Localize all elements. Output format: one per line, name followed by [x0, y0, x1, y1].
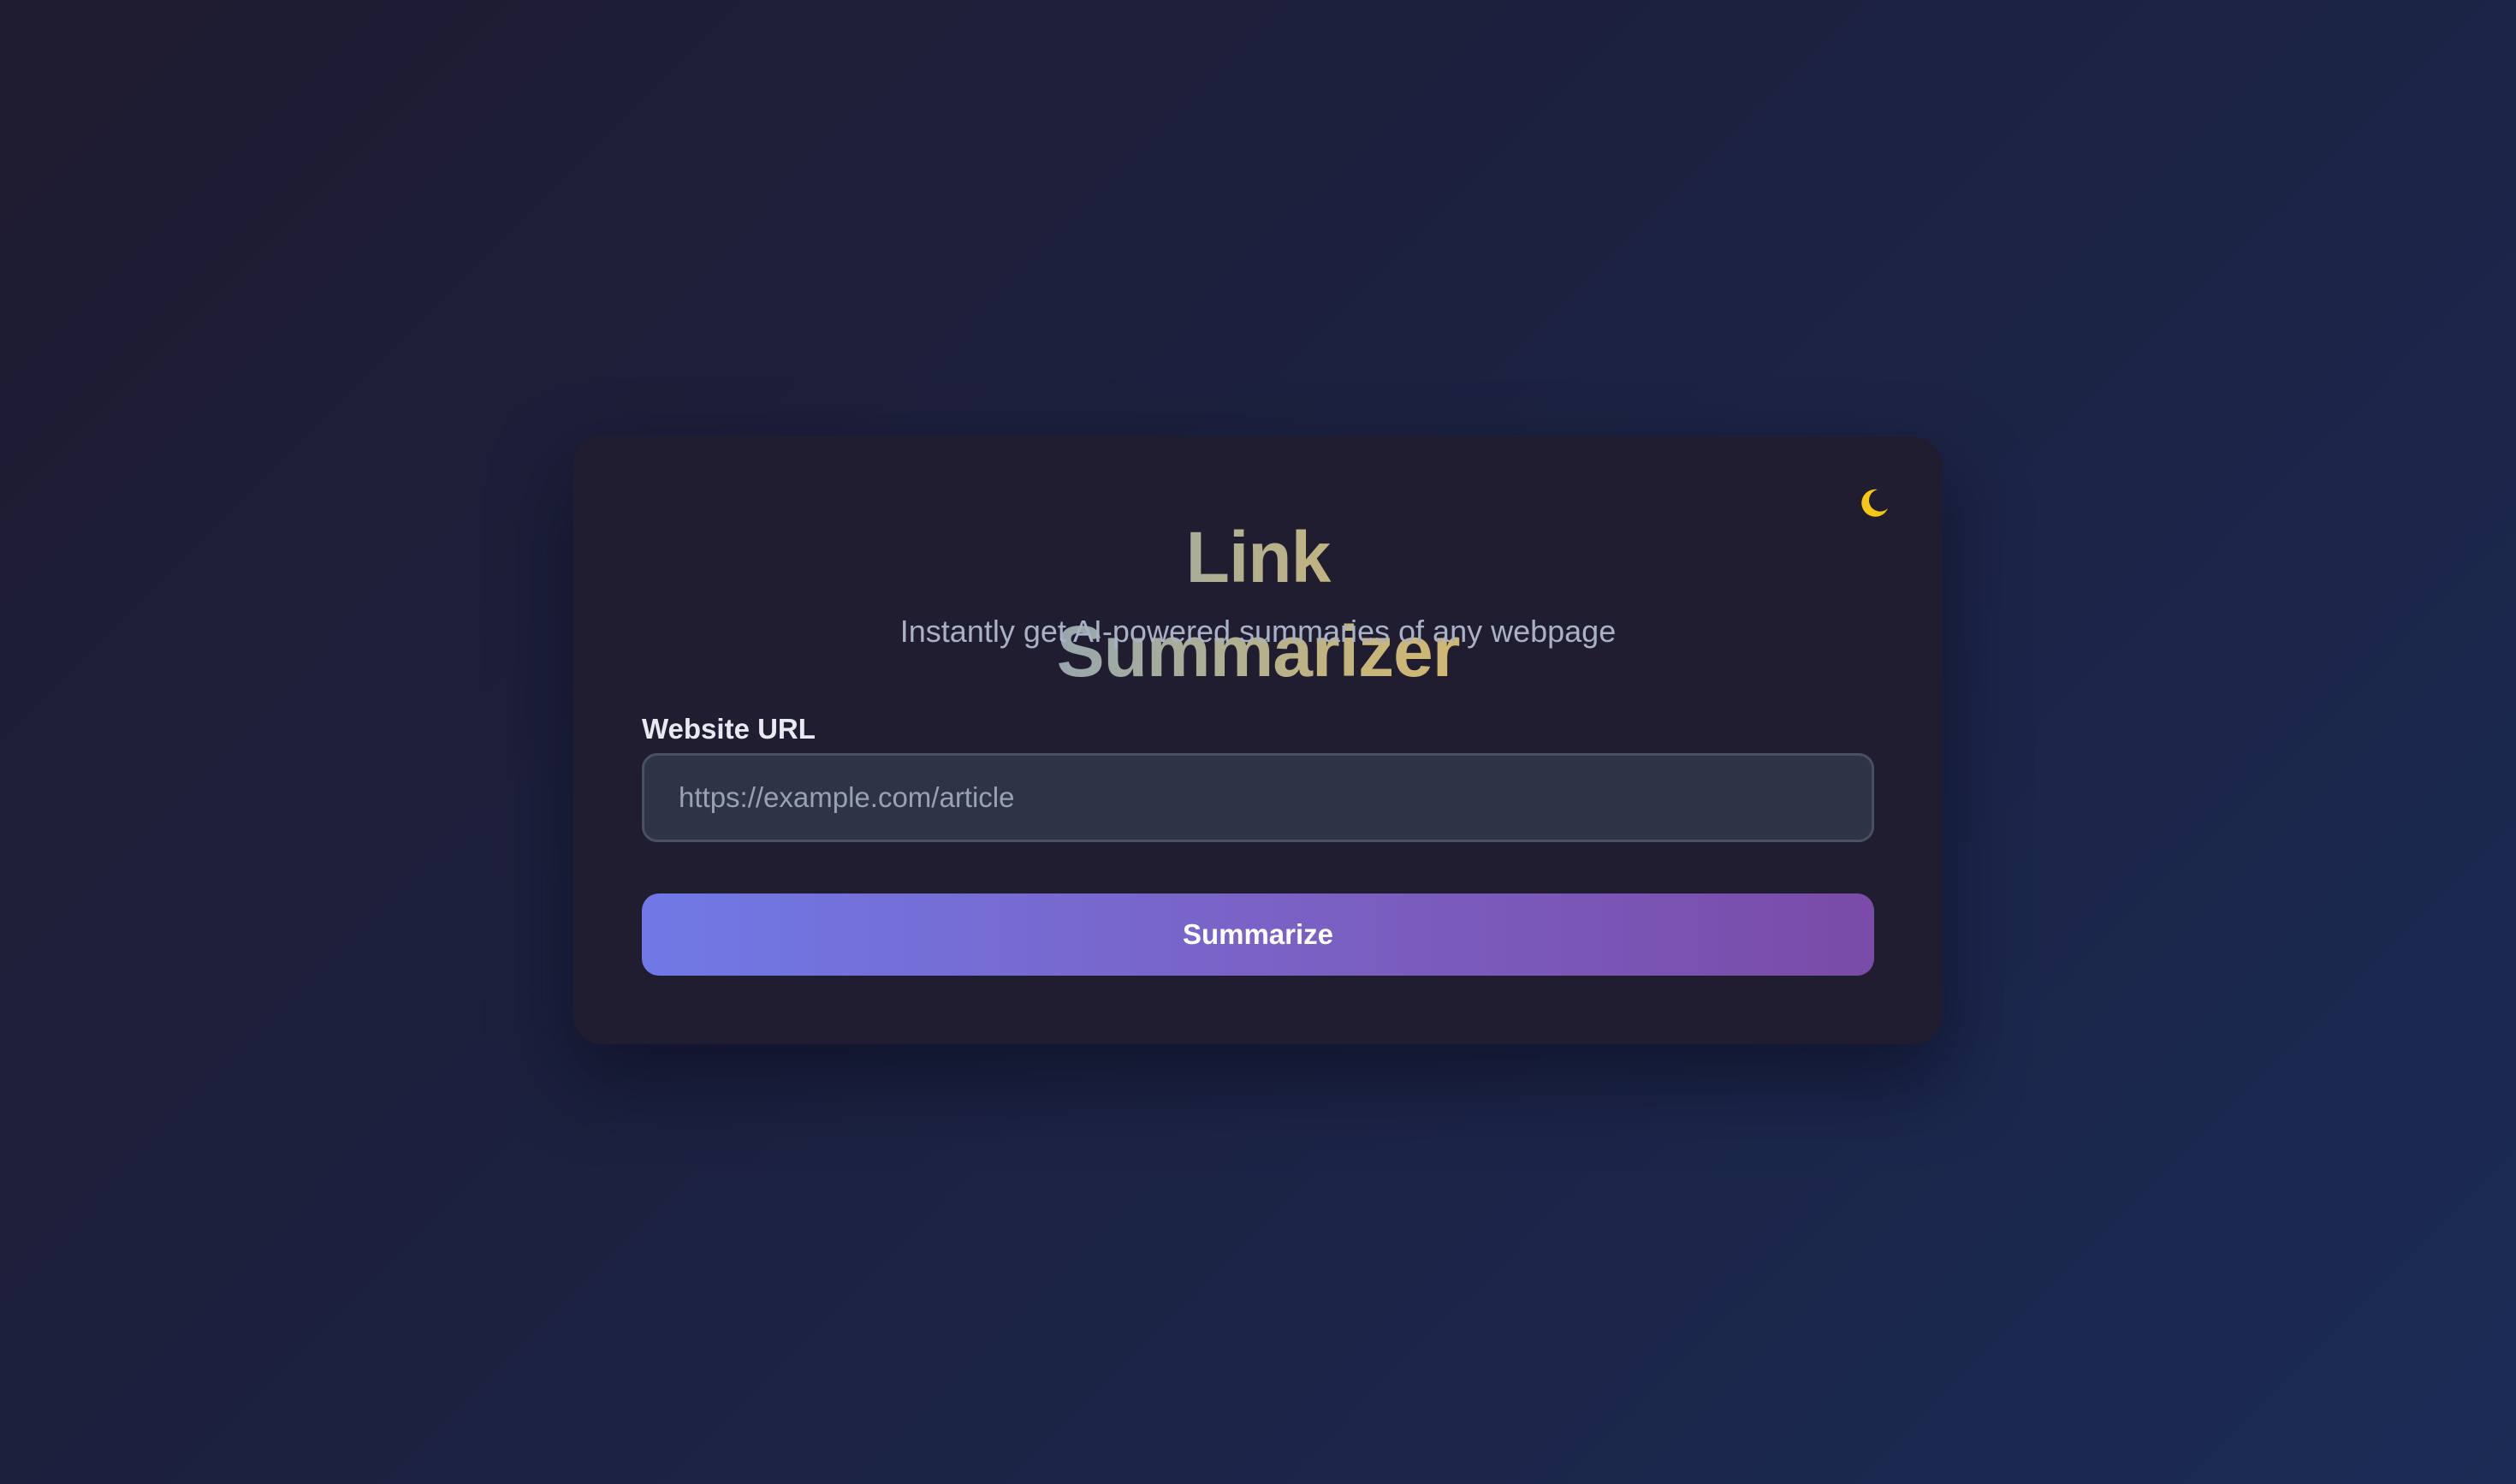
- summarizer-card: Link Summarizer Instantly get AI-powered…: [573, 436, 1943, 1044]
- page-subtitle: Instantly get AI-powered summaries of an…: [899, 614, 1617, 649]
- page-title: Link Summarizer: [984, 510, 1532, 698]
- summarize-button[interactable]: Summarize: [642, 893, 1874, 976]
- url-field-label: Website URL: [642, 713, 816, 745]
- url-input[interactable]: [642, 753, 1874, 842]
- moon-icon: [1857, 486, 1891, 525]
- theme-toggle-button[interactable]: [1854, 484, 1895, 525]
